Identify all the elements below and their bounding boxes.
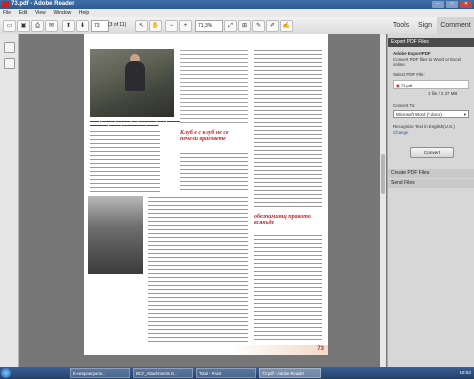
next-page-icon[interactable]: ⬇	[76, 20, 89, 32]
print-icon[interactable]: ⎙	[31, 20, 44, 32]
read-mode-icon[interactable]: ⊞	[238, 20, 251, 32]
taskbar-item-3[interactable]: Total - Paint	[196, 368, 256, 378]
select-file-label: Select PDF File:	[393, 72, 425, 77]
tab-sign[interactable]: Sign	[414, 17, 436, 34]
article-column-2	[180, 152, 248, 192]
file-info: 1 file / 2.37 MB	[428, 91, 458, 96]
tab-comment[interactable]: Comment	[437, 17, 474, 34]
convert-button[interactable]: Convert	[410, 147, 454, 158]
title-bar: 73.pdf - Adobe Reader – □ ✕	[0, 0, 474, 9]
highlight-icon[interactable]: ✐	[266, 20, 279, 32]
convert-to-select[interactable]: Microsoft Word (*.docx) ▾	[393, 110, 469, 118]
create-pdf-header[interactable]: Create PDF Files	[388, 169, 474, 178]
selected-file[interactable]: ▣ 73.pdf	[393, 80, 469, 89]
menu-window[interactable]: Window	[50, 9, 74, 17]
article-column-2-top	[180, 49, 248, 125]
toolbar: ▭ ▣ ⎙ ✉ ⬆ ⬇ 73 (3 of 11) ↖ ✋ − + 71,3% ⤢…	[0, 17, 474, 35]
page-count: (3 of 11)	[108, 22, 127, 28]
service-name: Adobe ExportPDF	[393, 51, 431, 56]
previous-page-icon[interactable]: ⬆	[62, 20, 75, 32]
start-button[interactable]	[1, 368, 11, 378]
vertical-scrollbar[interactable]	[380, 34, 386, 367]
article-heading-1: Клуб е с клуб не се печели враговете	[180, 130, 229, 142]
taskbar-clock: 16:52	[459, 370, 472, 375]
adobe-reader-icon	[2, 1, 9, 8]
hand-tool-icon[interactable]: ✋	[149, 20, 162, 32]
maximize-button[interactable]: □	[446, 1, 458, 8]
pdf-file-icon: ▣	[396, 83, 400, 88]
select-tool-icon[interactable]: ↖	[135, 20, 148, 32]
photo-man-with-statues	[90, 49, 174, 117]
article-column-5	[254, 234, 322, 342]
menu-view[interactable]: View	[32, 9, 49, 17]
scrollbar-thumb[interactable]	[381, 154, 385, 194]
taskbar-item-4[interactable]: 73.pdf - Adobe Reader	[259, 368, 321, 378]
menu-edit[interactable]: Edit	[16, 9, 31, 17]
comment-icon[interactable]: ✎	[252, 20, 265, 32]
article-column-4	[148, 196, 248, 344]
photo-figure	[125, 61, 145, 91]
taskbar-item-1[interactable]: Е-непроигралн...	[70, 368, 130, 378]
recognize-text-label: Recognize Text in English(U.S.)	[393, 124, 455, 129]
change-link[interactable]: Change	[393, 130, 408, 135]
zoom-in-icon[interactable]: +	[179, 20, 192, 32]
page-number-input[interactable]: 73	[91, 20, 109, 32]
taskbar-item-2[interactable]: ВСУ_Attachments D...	[133, 368, 193, 378]
service-description: Convert PDF files to Word or Excel onlin…	[393, 57, 461, 67]
zoom-input[interactable]: 71,3%	[195, 20, 223, 32]
menu-file[interactable]: File	[0, 9, 14, 17]
menu-help[interactable]: Help	[76, 9, 92, 17]
window-title: 73.pdf - Adobe Reader	[11, 1, 75, 7]
page-thumbnails-icon[interactable]	[4, 42, 15, 53]
pdf-page: ▬▬▬ ▬▬▬▬▬ ▬▬▬▬▬ ▬▬ ▬▬▬▬▬▬ ▬▬▬ ▬▬▬▬▬ ▬▬▬▬…	[84, 34, 328, 355]
close-button[interactable]: ✕	[460, 1, 472, 8]
send-files-header[interactable]: Send Files	[388, 179, 474, 188]
fit-page-icon[interactable]: ⤢	[224, 20, 237, 32]
right-tools-panel: Export PDF Files Adobe ExportPDF Convert…	[387, 34, 474, 367]
save-icon[interactable]: ▣	[17, 20, 30, 32]
convert-to-value: Microsoft Word (*.docx)	[396, 112, 442, 117]
page-number: 73	[317, 346, 324, 352]
sign-icon[interactable]: ✍	[280, 20, 293, 32]
tab-tools[interactable]: Tools	[389, 17, 413, 34]
article-column-3	[254, 49, 322, 209]
selected-file-name: 73.pdf	[400, 83, 413, 88]
article-heading-2: обезпамиящ правото всякъде	[254, 214, 311, 226]
article-column-1	[90, 130, 160, 192]
minimize-button[interactable]: –	[432, 1, 444, 8]
navigation-pane	[0, 34, 19, 367]
export-pdf-header[interactable]: Export PDF Files	[388, 38, 474, 47]
document-area[interactable]: ▬▬▬ ▬▬▬▬▬ ▬▬▬▬▬ ▬▬ ▬▬▬▬▬▬ ▬▬▬ ▬▬▬▬▬ ▬▬▬▬…	[19, 34, 387, 367]
page-footer: 73	[84, 345, 328, 355]
photo-group-historic	[88, 196, 143, 274]
taskbar: Е-непроигралн... ВСУ_Attachments D... To…	[0, 367, 474, 379]
convert-to-label: Convert To:	[393, 103, 416, 108]
open-icon[interactable]: ▭	[3, 20, 16, 32]
zoom-out-icon[interactable]: −	[165, 20, 178, 32]
attachments-icon[interactable]	[4, 58, 15, 69]
chevron-down-icon: ▾	[463, 112, 466, 117]
email-icon[interactable]: ✉	[45, 20, 58, 32]
